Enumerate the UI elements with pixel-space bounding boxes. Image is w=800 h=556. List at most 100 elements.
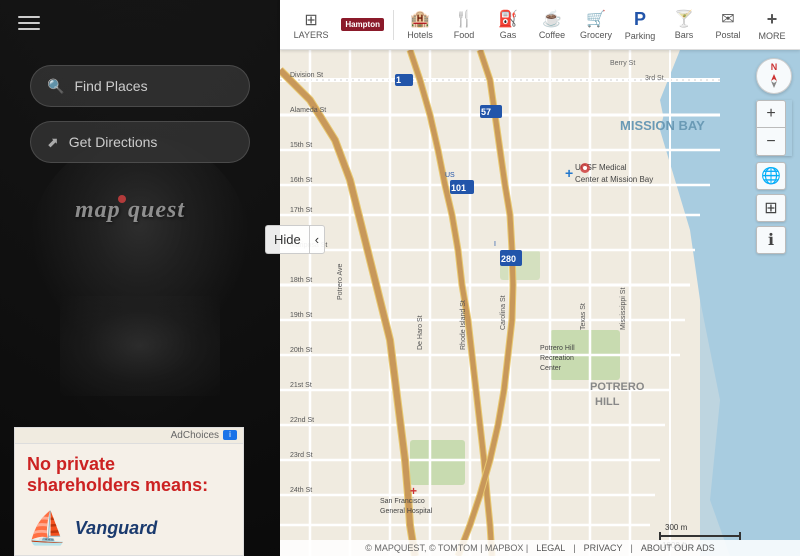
svg-text:300 m: 300 m	[665, 523, 688, 532]
svg-text:Texas St: Texas St	[580, 303, 587, 330]
ad-content: No private shareholders means: ⛵ Vanguar…	[15, 444, 243, 555]
zoom-in-button[interactable]: +	[756, 100, 786, 128]
attribution-bar: © MAPQUEST, © TOMTOM | MAPBOX | LEGAL | …	[280, 540, 800, 556]
postal-icon: ✉	[721, 9, 734, 29]
map-area[interactable]: Division St Alameda St 15th St 16th St 1…	[280, 0, 800, 556]
hotels-button[interactable]: 🏨 Hotels	[400, 5, 440, 44]
directions-icon: ⬈	[47, 134, 59, 151]
svg-text:20th St: 20th St	[290, 347, 312, 354]
legal-link[interactable]: LEGAL	[536, 543, 565, 553]
ad-choices-icon[interactable]: i	[223, 430, 237, 440]
hampton-brand-button[interactable]: Hampton	[338, 14, 387, 35]
zoom-in-icon: +	[766, 105, 775, 123]
find-places-label: Find Places	[74, 78, 147, 94]
svg-text:19th St: 19th St	[290, 312, 312, 319]
map-layers-icon: ⊞	[764, 198, 777, 218]
svg-text:Division St: Division St	[290, 72, 323, 79]
svg-text:+: +	[565, 165, 573, 181]
hotels-icon: 🏨	[410, 9, 430, 29]
hide-panel-button[interactable]: Hide ‹	[265, 225, 325, 254]
menu-button[interactable]	[14, 12, 44, 34]
menu-icon-line2	[18, 22, 40, 24]
ad-vanguard-area[interactable]: ⛵ Vanguard	[27, 501, 231, 555]
layers-icon: ⊞	[304, 10, 317, 30]
svg-text:15th St: 15th St	[290, 142, 312, 149]
more-button[interactable]: + MORE	[752, 5, 792, 45]
globe-icon: 🌐	[761, 166, 781, 186]
postal-button[interactable]: ✉ Postal	[708, 5, 748, 44]
get-directions-label: Get Directions	[69, 134, 158, 150]
parking-button[interactable]: P Parking	[620, 5, 660, 45]
zoom-controls: + −	[756, 100, 792, 156]
svg-text:18th St: 18th St	[290, 277, 312, 284]
coffee-label: Coffee	[539, 30, 565, 40]
svg-text:Potrero Ave: Potrero Ave	[337, 263, 344, 300]
grocery-icon: 🛒	[586, 9, 606, 29]
food-label: Food	[454, 30, 475, 40]
svg-text:Potrero Hill: Potrero Hill	[540, 345, 575, 352]
vanguard-ship-icon: ⛵	[27, 509, 67, 547]
bars-button[interactable]: 🍸 Bars	[664, 5, 704, 44]
svg-text:Carolina St: Carolina St	[500, 295, 507, 330]
bars-icon: 🍸	[674, 9, 694, 29]
bars-label: Bars	[675, 30, 694, 40]
north-label: N	[771, 63, 778, 72]
vanguard-brand-name: Vanguard	[75, 518, 157, 539]
food-button[interactable]: 🍴 Food	[444, 5, 484, 44]
layers-button[interactable]: ⊞ LAYERS	[288, 6, 334, 44]
svg-text:Mississippi St: Mississippi St	[620, 288, 627, 330]
gas-button[interactable]: ⛽ Gas	[488, 5, 528, 44]
zoom-out-button[interactable]: −	[756, 128, 786, 156]
svg-text:23rd St: 23rd St	[290, 452, 313, 459]
svg-text:101: 101	[451, 183, 466, 193]
svg-text:+: +	[410, 484, 417, 498]
mapquest-logo: map quest	[70, 191, 210, 233]
map-info-button[interactable]: ℹ	[756, 226, 786, 254]
search-icon: 🔍	[47, 78, 64, 95]
more-label: MORE	[759, 31, 786, 41]
svg-text:280: 280	[501, 254, 516, 264]
attribution-separator-2: |	[630, 543, 632, 553]
svg-text:I: I	[494, 241, 496, 248]
hide-arrow-icon: ‹	[309, 225, 325, 254]
map-svg: Division St Alameda St 15th St 16th St 1…	[280, 50, 800, 556]
about-ads-link[interactable]: ABOUT OUR ADS	[641, 543, 715, 553]
parking-label: Parking	[625, 31, 656, 41]
svg-text:24th St: 24th St	[290, 487, 312, 494]
hotels-label: Hotels	[407, 30, 433, 40]
find-places-button[interactable]: 🔍 Find Places	[30, 65, 250, 107]
grocery-button[interactable]: 🛒 Grocery	[576, 5, 616, 44]
sidebar: 🔍 Find Places ⬈ Get Directions map quest…	[0, 0, 280, 556]
globe-button[interactable]: 🌐	[756, 162, 786, 190]
get-directions-button[interactable]: ⬈ Get Directions	[30, 121, 250, 163]
privacy-link[interactable]: PRIVACY	[584, 543, 623, 553]
sidebar-content: 🔍 Find Places ⬈ Get Directions map quest	[0, 0, 280, 233]
svg-text:San Francisco: San Francisco	[380, 498, 425, 505]
food-icon: 🍴	[454, 9, 474, 29]
svg-text:General Hospital: General Hospital	[380, 508, 433, 515]
svg-text:Recreation: Recreation	[540, 355, 574, 362]
map-toolbar: ⊞ LAYERS Hampton 🏨 Hotels 🍴 Food ⛽ Gas ☕…	[280, 0, 800, 50]
map-layers-button[interactable]: ⊞	[756, 194, 786, 222]
map-info-icon: ℹ	[768, 230, 774, 250]
svg-text:quest: quest	[128, 197, 185, 223]
postal-label: Postal	[715, 30, 740, 40]
coffee-icon: ☕	[542, 9, 562, 29]
svg-text:21st St: 21st St	[290, 382, 312, 389]
ad-headline: No private shareholders means:	[27, 454, 231, 497]
svg-text:Alameda St: Alameda St	[290, 107, 326, 114]
svg-text:17th St: 17th St	[290, 207, 312, 214]
hide-label: Hide	[265, 225, 309, 254]
attribution-separator-1: |	[573, 543, 575, 553]
svg-text:POTRERO: POTRERO	[590, 381, 645, 393]
coffee-button[interactable]: ☕ Coffee	[532, 5, 572, 44]
map-controls: N + − 🌐 ⊞ ℹ	[756, 58, 792, 254]
compass-rose[interactable]: N	[756, 58, 792, 94]
svg-text:De Haro St: De Haro St	[417, 315, 424, 350]
zoom-out-icon: −	[766, 133, 775, 151]
svg-text:US: US	[445, 172, 455, 179]
more-icon: +	[767, 9, 778, 30]
svg-text:Center: Center	[540, 365, 562, 372]
hampton-badge: Hampton	[341, 18, 384, 31]
svg-text:57: 57	[481, 107, 491, 117]
